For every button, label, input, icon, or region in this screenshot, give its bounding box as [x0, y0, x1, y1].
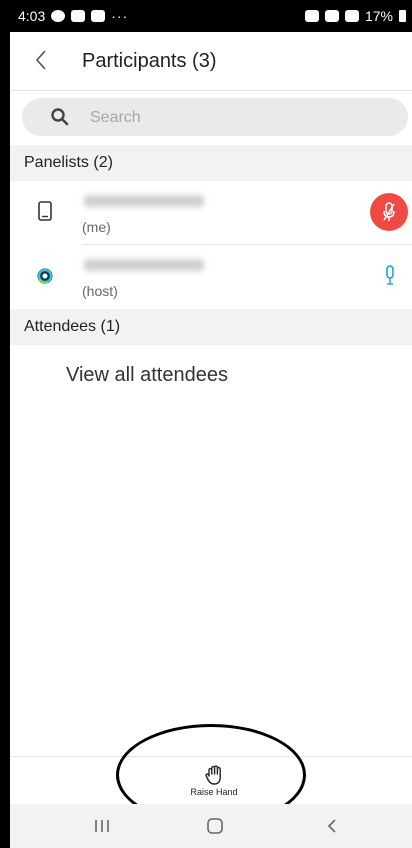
app-b-icon	[91, 10, 106, 22]
messenger-icon	[51, 10, 66, 22]
system-nav-bar	[10, 804, 412, 848]
panelists-heading: Panelists (2)	[24, 154, 113, 171]
device-frame	[0, 0, 10, 848]
view-all-attendees-link[interactable]: View all attendees	[66, 364, 228, 387]
mail-icon	[71, 10, 86, 22]
mic-muted-icon	[383, 202, 395, 221]
home-icon[interactable]	[203, 816, 227, 836]
panelists-header: Panelists (2)	[10, 145, 412, 181]
panelist-name-redacted	[84, 259, 204, 271]
battery-percent: 17%	[364, 8, 393, 24]
mute-toggle-button[interactable]	[370, 193, 408, 231]
phone-screen: 4:03 ··· 17% Participants (3) Search Pan…	[10, 0, 412, 848]
back-nav-icon[interactable]	[320, 816, 344, 836]
more-notifications: ···	[111, 8, 129, 24]
webex-icon	[37, 268, 53, 285]
clock: 4:03	[18, 8, 46, 24]
search-placeholder: Search	[90, 109, 141, 126]
search-input[interactable]: Search	[22, 98, 408, 136]
status-bar: 4:03 ··· 17%	[10, 0, 412, 32]
panelist-role: (me)	[82, 219, 111, 235]
mute-status-icon	[324, 10, 339, 22]
panelist-row-host[interactable]: (host)	[10, 245, 412, 309]
back-arrow-icon[interactable]	[30, 48, 54, 72]
recent-apps-icon[interactable]	[90, 816, 114, 836]
search-icon	[51, 108, 69, 126]
attendees-heading: Attendees (1)	[24, 318, 121, 335]
mic-icon[interactable]	[382, 264, 398, 286]
wifi-icon	[344, 10, 359, 22]
page-title: Participants (3)	[82, 50, 217, 72]
battery-icon	[399, 10, 406, 22]
phone-icon	[38, 201, 52, 221]
attendees-header: Attendees (1)	[10, 309, 412, 345]
app-bar: Participants (3)	[10, 32, 412, 91]
panelist-row-me[interactable]: (me)	[10, 181, 412, 245]
panelist-role: (host)	[82, 283, 118, 299]
panelist-name-redacted	[84, 195, 204, 207]
alarm-icon	[304, 10, 319, 22]
